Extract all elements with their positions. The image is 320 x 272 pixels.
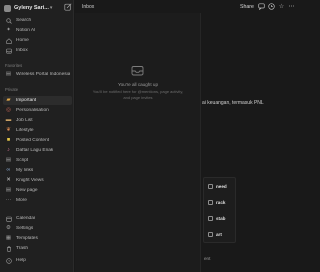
sidebar-item-important[interactable]: ▰ Important <box>3 96 72 105</box>
link-icon: ∞ <box>6 166 11 173</box>
sidebar-item-new-page[interactable]: ▤ New page <box>3 186 72 195</box>
sidebar-item-wireless-portal[interactable]: ▤ Wireless Portal Indonesia <box>3 70 72 79</box>
sidebar-item-label: Trash <box>16 246 29 251</box>
top-bar: Inbox Share ☆ ⋯ <box>75 0 300 13</box>
tag-item[interactable]: rack <box>208 198 234 206</box>
chevron-down-icon: ▾ <box>49 5 53 11</box>
sidebar-item-label: Inbox <box>16 48 28 53</box>
templates-icon: ▦ <box>5 234 12 241</box>
sidebar-item-label: Home <box>16 38 29 43</box>
sidebar-item-search[interactable]: Search <box>3 16 72 25</box>
help-icon: ? <box>5 257 12 264</box>
sword-icon: ✕ <box>6 176 11 183</box>
sidebar-item-label: Lifestyle <box>16 128 34 133</box>
sparkle-icon: ✦ <box>6 26 11 33</box>
sidebar-item-label: Important <box>16 98 37 103</box>
search-icon <box>5 17 12 24</box>
workspace-switcher[interactable]: Gyleny Sari... ▾ <box>4 3 72 13</box>
inbox-empty-title: You're all caught up <box>117 82 159 87</box>
trash-icon <box>5 245 12 252</box>
sidebar-item-label: My links <box>16 168 34 173</box>
sidebar: Gyleny Sari... ▾ Search ✦ Notion AI Home… <box>0 0 74 272</box>
sidebar-item-lifestyle[interactable]: ❦ Lifestyle <box>3 126 72 135</box>
checkbox-icon[interactable] <box>208 215 213 221</box>
star-icon[interactable]: ☆ <box>278 3 285 10</box>
inbox-panel: You're all caught up You'll be notified … <box>75 13 201 272</box>
sidebar-item-label: Knight Views <box>16 178 44 183</box>
music-icon: ♪ <box>7 146 10 153</box>
tag-item[interactable]: need <box>208 182 234 190</box>
sidebar-item-label: Search <box>16 18 32 23</box>
sidebar-item-personalisation[interactable]: ◎ Personalisation <box>3 106 72 115</box>
workspace-avatar <box>4 4 11 12</box>
sidebar-item-home[interactable]: Home <box>3 36 72 45</box>
sidebar-item-notion-ai[interactable]: ✦ Notion AI <box>3 26 72 35</box>
private-section-title: Private <box>5 87 19 92</box>
sidebar-item-label: Templates <box>16 236 38 241</box>
comment-icon[interactable] <box>258 3 265 10</box>
post-icon: ■ <box>6 136 11 143</box>
tag-label: need <box>216 183 227 189</box>
tag-item[interactable]: art <box>208 230 234 238</box>
page-icon: ▤ <box>5 70 12 77</box>
sidebar-item-label: Posted Content <box>16 138 50 143</box>
sidebar-item-label: Personalisation <box>16 108 49 113</box>
sidebar-item-trash[interactable]: Trash <box>3 244 72 253</box>
sidebar-item-label: Notion AI <box>16 28 36 33</box>
sidebar-item-script[interactable]: ▤ Script <box>3 156 72 165</box>
briefcase-icon: ▬ <box>5 116 12 123</box>
folder-icon: ▰ <box>6 96 11 103</box>
breadcrumb[interactable]: Inbox <box>82 4 94 10</box>
sidebar-item-settings[interactable]: ⚙ Settings <box>3 224 72 233</box>
sidebar-item-label: More <box>16 198 27 203</box>
new-page-icon[interactable] <box>64 3 72 11</box>
checkbox-icon[interactable] <box>208 183 213 189</box>
sidebar-item-label: Help <box>16 258 26 263</box>
leaf-icon: ❦ <box>6 126 11 133</box>
share-button[interactable]: Share <box>240 4 254 10</box>
tag-list: need rack stab art <box>203 177 236 243</box>
sidebar-item-label: New page <box>16 188 38 193</box>
sidebar-item-label: Wireless Portal Indonesia <box>16 72 71 77</box>
sidebar-item-calendar[interactable]: Calendar <box>3 214 72 223</box>
sidebar-item-daftar-lagu[interactable]: ♪ Daftar Lagu Enak <box>3 146 72 155</box>
sidebar-item-inbox[interactable]: Inbox <box>3 46 72 55</box>
sidebar-item-my-links[interactable]: ∞ My links <box>3 166 72 175</box>
sidebar-item-help[interactable]: ? Help <box>3 256 72 265</box>
svg-text:?: ? <box>8 259 10 263</box>
checkbox-icon[interactable] <box>208 199 213 205</box>
document-footer-text: ent <box>204 256 211 261</box>
more-options-icon[interactable]: ⋯ <box>288 3 295 10</box>
favorites-section-title: Favorites <box>5 63 23 68</box>
workspace-name: Gyleny Sari... <box>14 5 49 11</box>
calendar-icon <box>5 215 12 222</box>
sidebar-item-label: Settings <box>16 226 34 231</box>
sidebar-item-label: Script <box>16 158 29 163</box>
tag-label: rack <box>216 199 226 205</box>
more-icon: ··· <box>5 196 12 203</box>
sidebar-item-posted-content[interactable]: ■ Posted Content <box>3 136 72 145</box>
gear-icon: ⚙ <box>6 224 11 231</box>
inbox-empty-description: You'll be notified here for @mentions, p… <box>92 89 184 100</box>
clock-icon[interactable] <box>268 3 275 10</box>
tag-item[interactable]: stab <box>208 214 234 222</box>
page-icon: ▤ <box>5 156 12 163</box>
sidebar-item-label: Calendar <box>16 216 36 221</box>
tag-label: art <box>216 231 222 237</box>
sidebar-item-more[interactable]: ··· More <box>3 196 72 205</box>
sidebar-item-job-list[interactable]: ▬ Job List <box>3 116 72 125</box>
tag-label: stab <box>216 215 226 221</box>
document-text-line: ai keuangan, termasuk PNL <box>202 100 264 106</box>
sidebar-item-knight-views[interactable]: ✕ Knight Views <box>3 176 72 185</box>
sidebar-item-label: Daftar Lagu Enak <box>16 148 54 153</box>
inbox-empty-icon <box>131 65 144 76</box>
sidebar-item-templates[interactable]: ▦ Templates <box>3 234 72 243</box>
inbox-icon <box>5 47 12 54</box>
sidebar-item-label: Job List <box>16 118 33 123</box>
target-icon: ◎ <box>6 106 11 113</box>
checkbox-icon[interactable] <box>208 231 213 237</box>
page-icon: ▤ <box>5 186 12 193</box>
home-icon <box>5 37 12 44</box>
